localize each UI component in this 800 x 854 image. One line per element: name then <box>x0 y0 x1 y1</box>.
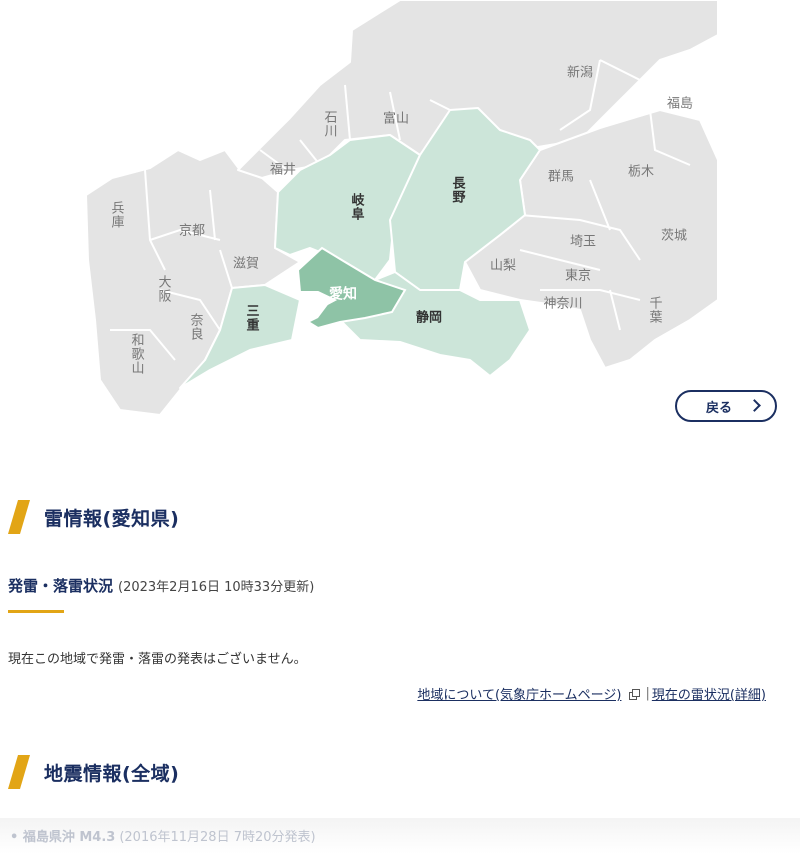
label-nara[interactable]: 奈良 <box>188 313 203 341</box>
external-link-icon <box>629 688 641 700</box>
label-fukushima[interactable]: 福島 <box>667 97 693 112</box>
thunder-message: 現在この地域で発雷・落雷の発表はございません。 <box>8 652 307 667</box>
label-yamanashi[interactable]: 山梨 <box>490 259 516 274</box>
label-ishikawa[interactable]: 石川 <box>322 110 337 138</box>
accent-bar-icon <box>8 755 30 789</box>
thunder-links: 地域について(気象庁ホームページ) | 現在の雷状況(詳細) <box>417 684 766 703</box>
label-gifu[interactable]: 岐阜 <box>349 193 364 221</box>
label-ibaraki[interactable]: 茨城 <box>661 229 687 244</box>
label-chiba[interactable]: 千葉 <box>647 296 662 324</box>
earthquake-list: • 福島県沖 M4.3 (2016年11月28日 7時20分発表) <box>0 818 800 854</box>
label-hyogo[interactable]: 兵庫 <box>109 201 124 229</box>
back-button[interactable]: 戻る <box>675 390 777 422</box>
earthquake-item-date: (2016年11月28日 7時20分発表) <box>119 830 316 845</box>
area-info-link[interactable]: 地域について(気象庁ホームページ) <box>417 684 621 703</box>
earthquake-title: 地震情報(全域) <box>44 762 180 785</box>
label-mie[interactable]: 三重 <box>244 304 259 332</box>
label-aichi[interactable]: 愛知 <box>329 287 357 303</box>
subtitle-underline <box>8 610 64 613</box>
label-tochigi[interactable]: 栃木 <box>628 165 654 180</box>
label-saitama[interactable]: 埼玉 <box>570 235 596 250</box>
label-shizuoka[interactable]: 静岡 <box>416 311 442 326</box>
thunder-updated: (2023年2月16日 10時33分更新) <box>118 580 315 595</box>
accent-bar-icon <box>8 500 30 534</box>
label-niigata[interactable]: 新潟 <box>567 66 593 81</box>
label-nagano[interactable]: 長野 <box>450 176 465 204</box>
earthquake-section-header: 地震情報(全域) <box>8 755 179 789</box>
earthquake-item[interactable]: • 福島県沖 M4.3 (2016年11月28日 7時20分発表) <box>10 826 316 845</box>
prefecture-map: 新潟 福島 石川 富山 福井 群馬 栃木 岐阜 長野 兵庫 京都 滋賀 埼玉 茨… <box>0 0 800 430</box>
current-thunder-link[interactable]: 現在の雷状況(詳細) <box>652 684 766 703</box>
thunder-title: 雷情報(愛知県) <box>44 507 180 530</box>
label-wakayama[interactable]: 和歌山 <box>129 333 144 375</box>
label-kyoto[interactable]: 京都 <box>179 224 205 239</box>
label-shiga[interactable]: 滋賀 <box>233 257 259 272</box>
label-toyama[interactable]: 富山 <box>383 112 409 127</box>
label-tokyo[interactable]: 東京 <box>565 269 591 284</box>
thunder-subtitle: 発雷・落雷状況 <box>8 577 114 595</box>
thunder-section-header: 雷情報(愛知県) <box>8 500 179 534</box>
thunder-subheader: 発雷・落雷状況 (2023年2月16日 10時33分更新) <box>8 575 314 596</box>
label-kanagawa[interactable]: 神奈川 <box>543 297 582 312</box>
label-fukui[interactable]: 福井 <box>270 163 296 178</box>
label-osaka[interactable]: 大阪 <box>156 275 171 303</box>
chevron-right-icon <box>748 399 761 412</box>
link-separator: | <box>645 686 650 701</box>
label-gunma[interactable]: 群馬 <box>548 170 574 185</box>
back-button-label: 戻る <box>705 400 732 416</box>
earthquake-item-name: • 福島県沖 M4.3 <box>10 830 116 845</box>
